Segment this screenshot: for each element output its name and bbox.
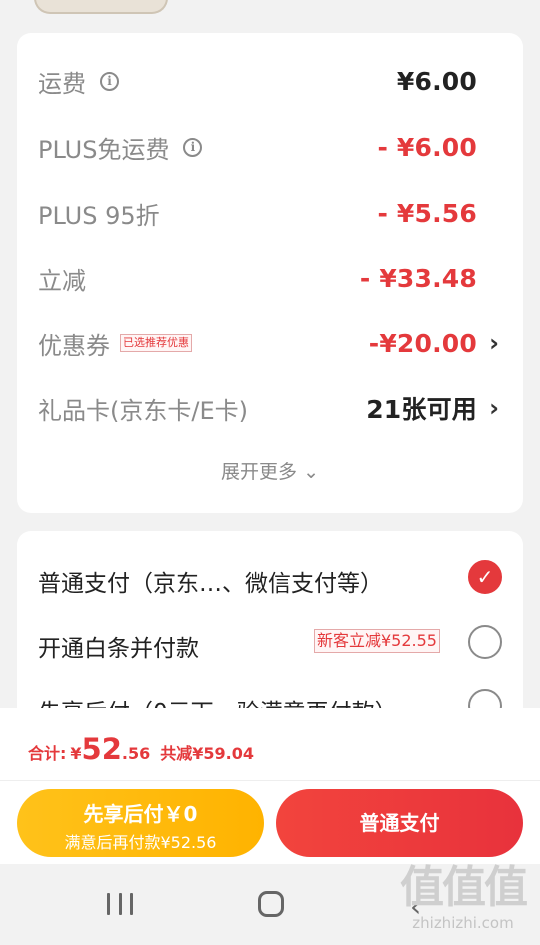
promo-tag: 新客立减¥52.55 (314, 629, 440, 653)
shipping-label: 运费 i (38, 64, 119, 99)
coupon-value: -¥20.00 (368, 328, 477, 358)
plus-discount-value: - ¥5.56 (377, 198, 477, 228)
coupon-label-text: 优惠券 (38, 331, 110, 360)
check-icon[interactable]: ✓ (468, 560, 502, 594)
total-integer: 52 (81, 732, 122, 766)
plus-discount-label: PLUS 95折 (38, 201, 160, 230)
watermark: 值值值 zhizhizhi.com (388, 862, 538, 942)
normal-pay-button[interactable]: 普通支付 (276, 789, 523, 857)
gift-card-row[interactable]: 礼品卡(京东卡/E卡) 21张可用 › (17, 388, 523, 428)
fee-breakdown-card: 运费 i ¥6.00 PLUS免运费 i - ¥6.00 PLUS 95折 - … (17, 33, 523, 513)
chevron-down-icon: ⌄ (303, 461, 319, 483)
chevron-right-icon: › (489, 329, 499, 357)
payment-option-label: 开通白条并付款 (38, 636, 199, 662)
recommended-tag: 已选推荐优惠 (120, 334, 192, 352)
instant-discount-label: 立减 (38, 266, 86, 295)
payment-option-label: 普通支付（京东…、微信支付等） (38, 571, 383, 597)
home-icon[interactable] (258, 891, 284, 917)
total-label: 合计: (28, 744, 67, 763)
watermark-logo: 值值值 (400, 862, 528, 913)
shipping-value: ¥6.00 (396, 66, 477, 96)
payment-option-baitiao[interactable]: 开通白条并付款 新客立减¥52.55 (17, 621, 523, 665)
payment-method-card: 普通支付（京东…、微信支付等） ✓ 开通白条并付款 新客立减¥52.55 先享后… (17, 531, 523, 731)
radio-button[interactable] (468, 625, 502, 659)
plus-free-shipping-row: PLUS免运费 i - ¥6.00 (17, 127, 523, 167)
payment-option-normal[interactable]: 普通支付（京东…、微信支付等） ✓ (17, 556, 523, 600)
instant-discount-value: - ¥33.48 (359, 263, 477, 293)
product-thumbnail (34, 0, 168, 14)
expand-more-text: 展开更多 (221, 461, 298, 483)
divider (0, 780, 540, 781)
total-decimal: .56 (121, 744, 151, 763)
plus-discount-row: PLUS 95折 - ¥5.56 (17, 193, 523, 233)
pay-later-button-label: 先享后付￥0 (83, 802, 198, 826)
checkout-bar: 合计: ¥ 52 .56 共减¥59.04 先享后付￥0 满意后再付款¥52.5… (0, 708, 540, 864)
info-icon[interactable]: i (183, 137, 203, 157)
shipping-label-text: 运费 (38, 69, 86, 98)
shipping-row: 运费 i ¥6.00 (17, 61, 523, 101)
instant-discount-row: 立减 - ¥33.48 (17, 258, 523, 298)
total-saved: 共减¥59.04 (160, 744, 254, 763)
coupon-label: 优惠券 已选推荐优惠 (38, 326, 192, 361)
pay-later-button-sublabel: 满意后再付款¥52.56 (64, 833, 217, 852)
plus-free-shipping-label-text: PLUS免运费 (38, 135, 170, 164)
gift-card-label: 礼品卡(京东卡/E卡) (38, 396, 248, 425)
plus-free-shipping-value: - ¥6.00 (377, 132, 477, 162)
total-summary: 合计: ¥ 52 .56 共减¥59.04 (28, 732, 254, 766)
plus-free-shipping-label: PLUS免运费 i (38, 130, 203, 165)
info-icon[interactable]: i (100, 71, 119, 91)
pay-later-button[interactable]: 先享后付￥0 满意后再付款¥52.56 (17, 789, 264, 857)
coupon-row[interactable]: 优惠券 已选推荐优惠 -¥20.00 › (17, 323, 523, 363)
expand-more-link[interactable]: 展开更多 ⌄ (17, 457, 523, 484)
gift-card-value: 21张可用 (366, 395, 477, 424)
watermark-url: zhizhizhi.com (412, 914, 514, 932)
chevron-right-icon: › (489, 394, 499, 422)
currency-symbol: ¥ (70, 744, 82, 763)
recent-apps-icon[interactable] (107, 893, 133, 915)
